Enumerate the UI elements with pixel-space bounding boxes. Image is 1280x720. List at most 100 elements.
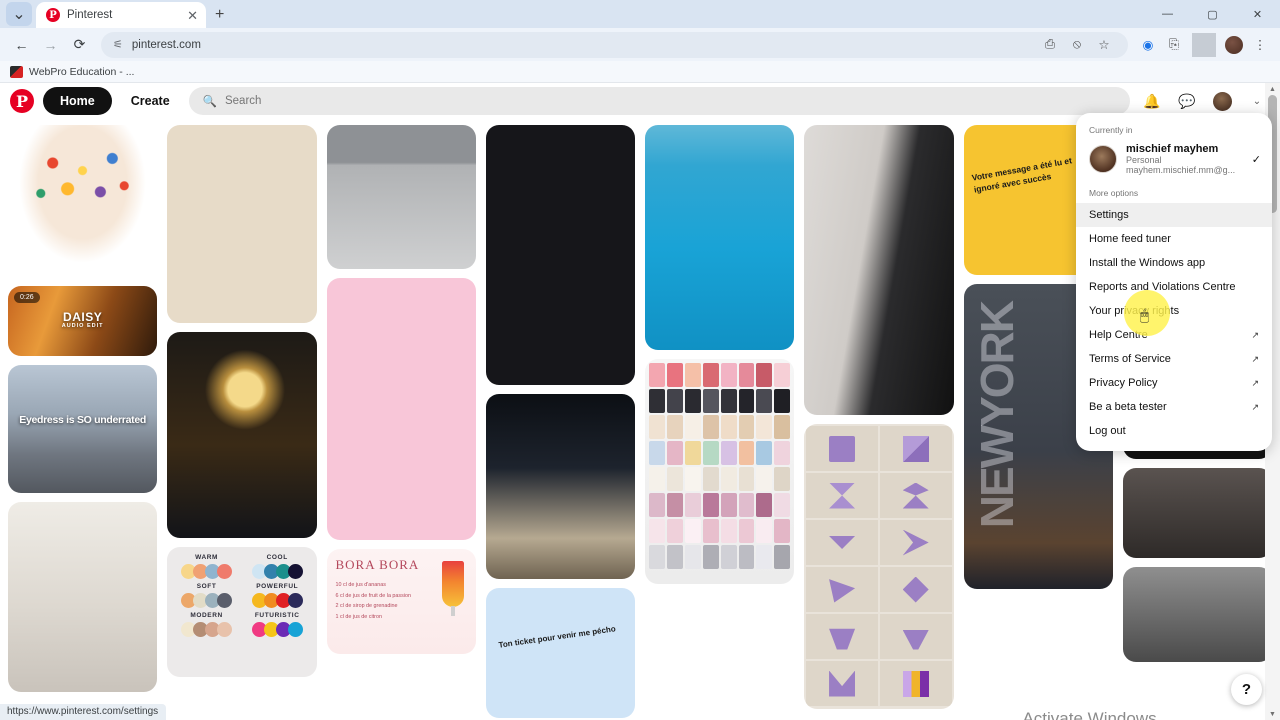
window-controls: — ▢ ✕ [1145,0,1280,28]
palette-group: COOL [244,554,311,579]
pin-newyork-caption: NEWYORK [970,302,1023,529]
currently-in-label: Currently in [1089,125,1133,135]
nav-create-button[interactable]: Create [121,87,180,115]
pin-daisy-audio-edit[interactable]: 0:26 DAISY AUDIO EDIT [8,286,158,356]
search-input[interactable]: 🔍 Search [188,87,1130,115]
palette-group: MODERN [173,612,240,637]
tune-icon[interactable]: ⚟ [113,38,123,51]
pin-butterfly-flowers[interactable] [804,125,954,415]
maximize-icon[interactable]: ▢ [1190,0,1235,28]
messages-icon[interactable]: 💬 [1174,88,1200,114]
nav-home-button[interactable]: Home [43,87,112,115]
account-avatar[interactable] [1209,88,1235,114]
search-placeholder: Search [224,95,262,107]
bookmark-item[interactable]: WebPro Education - ... [29,66,134,78]
external-link-icon: ↗ [1251,329,1259,340]
tab-strip: ⌄ P Pinterest ✕ + — ▢ ✕ [0,0,1280,28]
pin-origami-butterfly-tutorial[interactable] [804,424,954,709]
video-duration-badge: 0:26 [14,292,40,303]
pin-eyedress[interactable]: Eyedress is SO underrated [8,365,158,493]
palette-title: SOFT [196,583,217,590]
pin-fairy-sketch[interactable] [8,502,158,692]
pin-color-palette[interactable]: WARM COOL SOFT POWERFUL MODERN FUTURISTI… [167,547,317,677]
bora-card: BORA BORA 10 cl de jus d'ananas 6 cl de … [327,549,476,654]
external-link-icon: ↗ [1251,353,1259,364]
help-button[interactable]: ? [1231,674,1262,705]
menu-item-install-windows-app[interactable]: Install the Windows app [1076,251,1272,275]
ingredient: 1 cl de jus de citron [335,613,382,620]
new-tab-button[interactable]: + [215,6,224,24]
menu-item-label: Settings [1089,209,1129,221]
browser-toolbar: ← → ⟳ ⚟ pinterest.com ⎙ ⦸ ☆ ◉ ⎘ ⋮ [0,28,1280,61]
window-close-icon[interactable]: ✕ [1235,0,1280,28]
profile-avatar[interactable] [1222,33,1246,57]
menu-item-terms-of-service[interactable]: Terms of Service ↗ [1076,347,1272,371]
minimize-icon[interactable]: — [1145,0,1190,28]
scroll-up-arrow[interactable]: ▲ [1265,83,1280,95]
account-name: mischief mayhem [1126,143,1219,155]
bookmark-star-icon[interactable]: ☆ [1092,33,1116,57]
pin-bora-bora-recipe[interactable]: BORA BORA 10 cl de jus d'ananas 6 cl de … [326,549,476,654]
menu-item-help-centre[interactable]: Help Centre ↗ [1076,323,1272,347]
notifications-bell-icon[interactable]: 🔔 [1139,88,1165,114]
address-bar[interactable]: ⚟ pinterest.com ⎙ ⦸ ☆ [101,31,1128,58]
menu-item-your-privacy-rights[interactable]: Your privacy rights [1076,299,1272,323]
origami-step [806,426,878,471]
menu-item-log-out[interactable]: Log out [1076,419,1272,443]
pin-moon-tree[interactable] [167,332,317,538]
tracking-protection-icon[interactable]: ⦸ [1065,33,1089,57]
pin-ticket-meme[interactable]: Ton ticket pour venir me pécho [485,588,635,718]
pin-makeup-collection[interactable] [645,359,795,584]
pin-daisy-title: DAISY [63,309,103,324]
menu-item-label: Terms of Service [1089,353,1171,365]
browser-menu-icon[interactable]: ⋮ [1248,33,1272,57]
pin-moon-moodboard[interactable] [485,125,635,385]
account-avatar-icon [1089,145,1117,173]
mouse-cursor-icon: 🖱 [1140,307,1150,324]
pin-cats-heart-tails[interactable] [326,125,476,269]
browser-tab[interactable]: P Pinterest ✕ [36,2,206,28]
pin-pink-panther[interactable] [326,278,476,540]
menu-item-label: Install the Windows app [1089,257,1206,269]
pin-tropical-pool[interactable] [645,125,795,350]
more-options-label: More options [1089,188,1139,198]
palette-group: FUTURISTIC [244,612,311,637]
menu-item-settings[interactable]: Settings [1076,203,1272,227]
pin-flower-girl[interactable] [8,125,158,277]
back-icon[interactable]: ← [8,31,35,58]
pin-car-interior[interactable] [485,394,635,579]
split-screen-icon[interactable]: ⎘ [1162,33,1186,57]
account-dropdown-menu: Currently in mischief mayhem Personal ma… [1076,113,1272,451]
tab-search-icon[interactable]: ⌄ [6,2,32,26]
close-icon[interactable]: ✕ [187,9,198,22]
menu-item-home-feed-tuner[interactable]: Home feed tuner [1076,227,1272,251]
origami-step [806,473,878,518]
forward-icon[interactable]: → [37,31,64,58]
origami-step [806,661,878,706]
origami-steps [804,424,953,708]
menu-item-be-a-beta-tester[interactable]: Be a beta tester ↗ [1076,395,1272,419]
extension-sync-icon[interactable]: ◉ [1136,33,1160,57]
scroll-down-arrow[interactable]: ▼ [1265,708,1280,720]
origami-step [806,567,878,612]
palette-title: MODERN [190,612,223,619]
pin-eyedress-caption: Eyedress is SO underrated [19,413,146,426]
menu-item-label: Reports and Violations Centre [1089,281,1236,293]
origami-step [879,661,952,706]
pin-fruit-bowl-2[interactable] [1122,567,1272,662]
pin-fruit-bowl-1[interactable] [1122,468,1272,558]
pinterest-logo[interactable]: P [10,89,34,113]
webpro-icon [10,65,23,78]
cast-icon[interactable]: ⎙ [1038,33,1062,57]
origami-step [806,520,878,565]
menu-item-privacy-policy[interactable]: Privacy Policy ↗ [1076,371,1272,395]
palette-grid: WARM COOL SOFT POWERFUL MODERN FUTURISTI… [167,547,316,644]
menu-item-reports-violations-centre[interactable]: Reports and Violations Centre [1076,275,1272,299]
pin-animal-sketches[interactable] [167,125,317,323]
external-link-icon: ↗ [1251,401,1259,412]
palette-title: WARM [195,554,219,561]
reload-icon[interactable]: ⟳ [66,31,93,58]
account-row[interactable]: mischief mayhem Personal mayhem.mischief… [1076,140,1272,185]
origami-step [879,473,952,518]
menu-item-label: Log out [1089,425,1126,437]
